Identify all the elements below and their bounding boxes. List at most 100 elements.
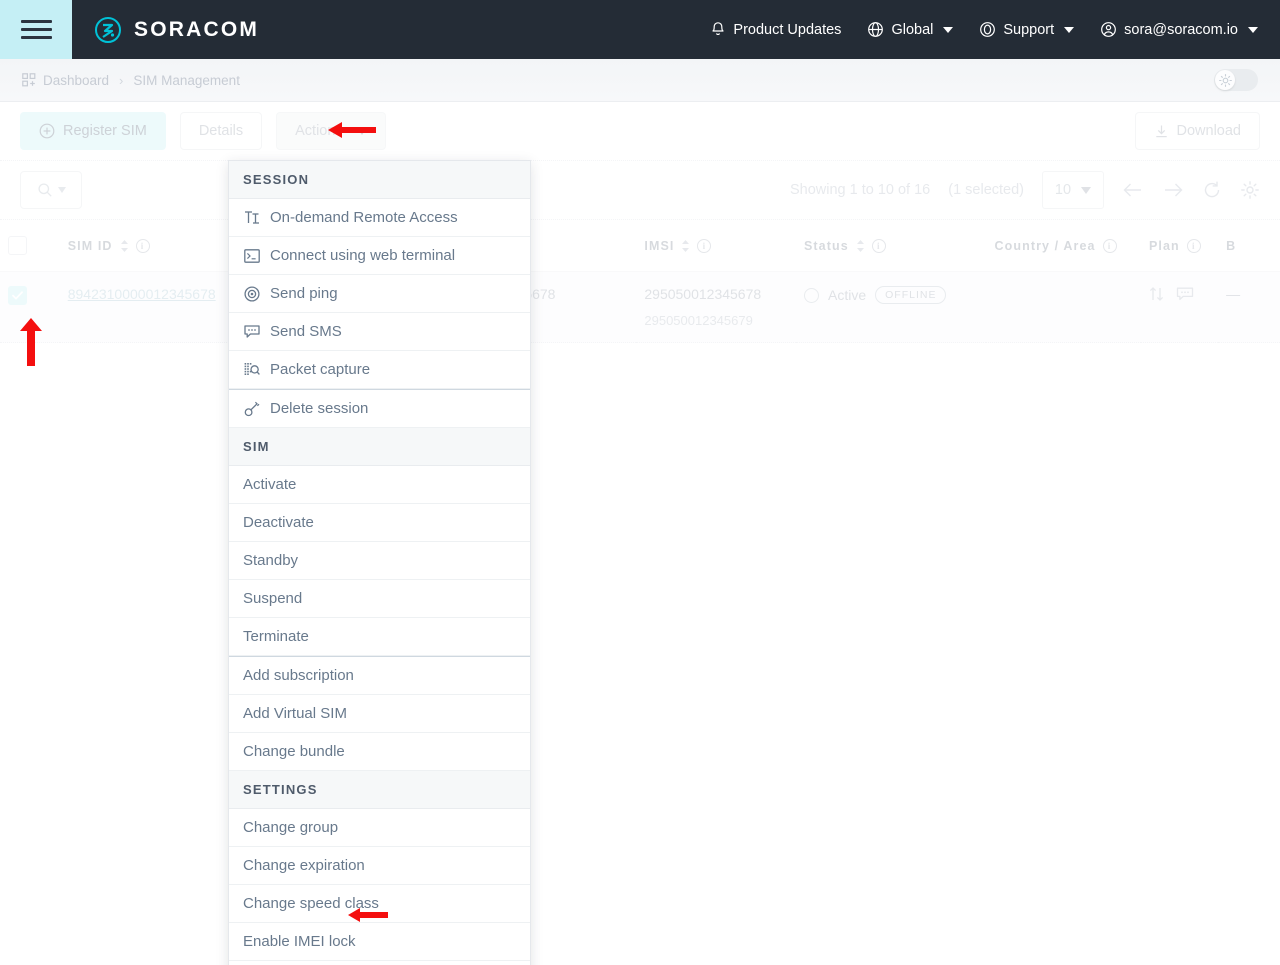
transfer-updown-icon	[1149, 286, 1167, 302]
terminal-icon	[243, 247, 260, 264]
cell-status: Active OFFLINE	[796, 272, 987, 343]
ping-radar-icon	[243, 285, 260, 302]
cell-imsi: 295050012345678 295050012345679	[636, 272, 796, 343]
nav-user-account[interactable]: sora@soracom.io	[1100, 21, 1258, 38]
brand-logo[interactable]: SORACOM	[94, 16, 259, 44]
sort-icon[interactable]	[681, 239, 690, 253]
info-icon[interactable]: i	[697, 239, 711, 253]
menu-item-activate[interactable]: Activate	[229, 466, 530, 504]
menu-item-standby[interactable]: Standby	[229, 542, 530, 580]
refresh-button[interactable]	[1202, 180, 1222, 200]
sim-id-link[interactable]: 8942310000012345678	[68, 286, 216, 302]
table-settings-button[interactable]	[1240, 180, 1260, 200]
menu-item-change-expiration[interactable]: Change expiration	[229, 847, 530, 885]
column-label-country-area: Country / Area	[994, 239, 1095, 253]
details-label: Details	[199, 123, 243, 139]
menu-item-connect-using-web-terminal[interactable]: Connect using web terminal	[229, 237, 530, 275]
menu-item-label: Send SMS	[270, 323, 342, 340]
cell-bundle: —	[1218, 272, 1280, 343]
info-icon[interactable]: i	[136, 239, 150, 253]
sort-icon[interactable]	[856, 239, 865, 253]
refresh-icon	[1202, 180, 1222, 200]
nav-support-label: Support	[1003, 22, 1054, 38]
menu-item-label: Change expiration	[243, 857, 365, 874]
dashboard-grid-icon	[22, 73, 36, 87]
arrow-right-icon	[1162, 181, 1184, 199]
top-nav-right-group: Product Updates Global Support	[710, 21, 1280, 38]
column-header-country-area: Country / Area i	[986, 220, 1140, 272]
hamburger-menu-icon	[21, 15, 52, 44]
menu-item-send-ping[interactable]: Send ping	[229, 275, 530, 313]
pagination-controls: Showing 1 to 10 of 16 (1 selected) 10	[790, 171, 1260, 209]
menu-item-add-subscription[interactable]: Add subscription	[229, 656, 530, 695]
breadcrumb-dashboard[interactable]: Dashboard	[22, 73, 109, 88]
arrow-pointing-to-actions-button	[327, 117, 377, 148]
theme-toggle-switch[interactable]	[1214, 69, 1258, 91]
menu-item-label: On-demand Remote Access	[270, 209, 458, 226]
column-label-bundle: B	[1226, 239, 1236, 253]
menu-item-change-group[interactable]: Change group	[229, 809, 530, 847]
menu-item-label: Terminate	[243, 628, 309, 645]
menu-item-label: Standby	[243, 552, 298, 569]
table-header-row: SIM ID i i ICCID	[0, 220, 1280, 272]
menu-item-deactivate[interactable]: Deactivate	[229, 504, 530, 542]
sim-table: SIM ID i i ICCID	[0, 220, 1280, 343]
info-icon[interactable]: i	[872, 239, 886, 253]
sort-icon[interactable]	[120, 239, 129, 253]
breadcrumb-current-label: SIM Management	[133, 73, 240, 88]
breadcrumb: Dashboard › SIM Management	[0, 59, 1280, 102]
search-input[interactable]	[20, 171, 82, 209]
menu-item-suspend[interactable]: Suspend	[229, 580, 530, 618]
menu-item-packet-capture[interactable]: Packet capture	[229, 351, 530, 389]
imsi-secondary: 295050012345679	[644, 313, 788, 328]
chevron-down-icon	[58, 187, 66, 193]
select-all-header	[0, 220, 60, 272]
menu-item-label: Deactivate	[243, 514, 314, 531]
menu-item-label: Add subscription	[243, 667, 354, 684]
table-row[interactable]: 8942310000012345678 8942310000012345678 …	[0, 272, 1280, 343]
showing-count-text: Showing 1 to 10 of 16	[790, 182, 930, 198]
menu-section-sim-title: SIM	[229, 428, 530, 466]
column-label-plan: Plan	[1149, 239, 1180, 253]
imsi-primary: 295050012345678	[644, 286, 761, 302]
column-header-status[interactable]: Status i	[796, 220, 987, 272]
hamburger-menu-button[interactable]	[0, 0, 72, 59]
nav-global[interactable]: Global	[867, 21, 953, 38]
nav-support[interactable]: Support	[979, 21, 1074, 38]
column-header-bundle: B	[1218, 220, 1280, 272]
menu-item-on-demand-remote-access[interactable]: On-demand Remote Access	[229, 199, 530, 237]
menu-item-change-termination-protection[interactable]: Change termination protection	[229, 961, 530, 965]
menu-item-add-virtual-sim[interactable]: Add Virtual SIM	[229, 695, 530, 733]
sun-icon	[1219, 74, 1232, 87]
remote-access-icon	[243, 209, 260, 226]
column-label-sim-id: SIM ID	[68, 239, 113, 253]
details-button[interactable]: Details	[180, 112, 262, 150]
register-sim-button[interactable]: Register SIM	[20, 112, 166, 150]
unlink-icon	[243, 400, 260, 417]
select-all-checkbox[interactable]	[8, 236, 27, 255]
column-header-imsi[interactable]: IMSI i	[636, 220, 796, 272]
menu-item-label: Packet capture	[270, 361, 370, 378]
info-icon[interactable]: i	[1187, 239, 1201, 253]
cell-plan	[1141, 272, 1218, 343]
previous-page-button[interactable]	[1122, 181, 1144, 199]
nav-product-updates[interactable]: Product Updates	[710, 21, 841, 38]
menu-item-terminate[interactable]: Terminate	[229, 618, 530, 656]
menu-item-send-sms[interactable]: Send SMS	[229, 313, 530, 351]
info-icon[interactable]: i	[1103, 239, 1117, 253]
chevron-down-icon	[1064, 27, 1074, 33]
menu-item-delete-session[interactable]: Delete session	[229, 389, 530, 428]
menu-item-change-bundle[interactable]: Change bundle	[229, 733, 530, 771]
register-sim-label: Register SIM	[63, 123, 147, 139]
download-button[interactable]: Download	[1135, 112, 1261, 150]
top-navigation-bar: SORACOM Product Updates Global Suppo	[0, 0, 1280, 59]
lifebuoy-icon	[979, 21, 996, 38]
next-page-button[interactable]	[1162, 181, 1184, 199]
breadcrumb-dashboard-label: Dashboard	[43, 73, 109, 88]
row-checkbox[interactable]	[8, 286, 27, 305]
page-size-select[interactable]: 10	[1042, 171, 1104, 209]
speech-bubble-icon	[1176, 286, 1194, 302]
sms-bubble-icon	[243, 323, 260, 340]
search-icon	[37, 182, 53, 198]
theme-toggle-knob	[1215, 70, 1235, 90]
